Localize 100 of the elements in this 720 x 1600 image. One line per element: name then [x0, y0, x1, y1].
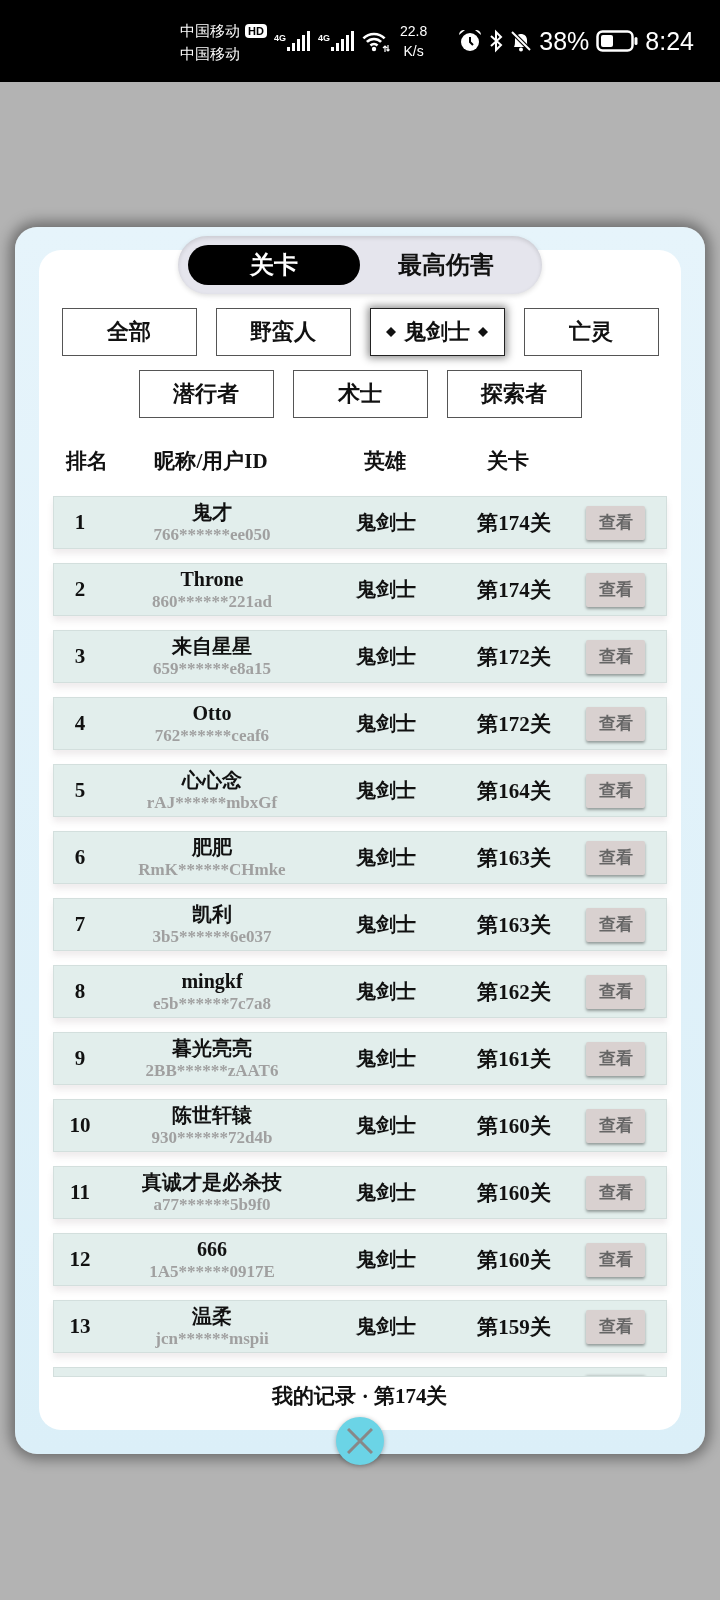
hero-filter-button[interactable]: 探索者	[446, 370, 582, 418]
rank-number: 13	[68, 1314, 92, 1339]
player-id: jcn******mspii	[155, 1327, 269, 1349]
signal-bars-icon	[287, 31, 311, 51]
rank-number: 2	[73, 577, 87, 602]
rank-number: 12	[68, 1247, 92, 1272]
hero-filter-button[interactable]: 鬼剑士	[369, 308, 505, 356]
bluetooth-icon	[489, 29, 504, 53]
stage-level: 第172关	[476, 643, 552, 671]
hero-filter-button[interactable]: 术士	[292, 370, 428, 418]
stage-level: 第174关	[476, 576, 552, 604]
hero-name: 鬼剑士	[355, 510, 417, 535]
stage-level: 第163关	[476, 844, 552, 872]
mode-tab[interactable]: 最高伤害	[360, 245, 532, 285]
rank-number: 5	[73, 778, 87, 803]
view-button[interactable]: 查看	[586, 505, 645, 540]
close-button[interactable]	[336, 1417, 384, 1465]
clock-time: 8:24	[645, 26, 694, 56]
player-id: 2BB******zAAT6	[145, 1059, 279, 1081]
carrier-name: 中国移动	[180, 44, 241, 64]
player-nickname: 陈世轩辕	[172, 1103, 252, 1127]
view-button[interactable]: 查看	[586, 639, 645, 674]
stage-level: 第162关	[476, 978, 552, 1006]
network-type-label: 4G	[274, 33, 286, 43]
muted-bell-icon	[510, 30, 533, 52]
view-button[interactable]: 查看	[586, 1175, 645, 1210]
stage-level: 第159关	[476, 1313, 552, 1341]
close-icon	[347, 1428, 373, 1454]
player-id: a77******5b9f0	[153, 1193, 271, 1215]
stage-level: 第160关	[476, 1179, 552, 1207]
player-nickname: 来自星星	[172, 634, 252, 658]
mode-tab[interactable]: 关卡	[188, 245, 360, 285]
rank-number: 7	[73, 912, 87, 937]
stage-level: 第161关	[476, 1045, 552, 1073]
hero-name: 鬼剑士	[355, 1314, 417, 1339]
hd-badge: HD	[245, 23, 267, 38]
view-button[interactable]: 查看	[586, 572, 645, 607]
alarm-clock-icon	[458, 29, 483, 53]
player-id: rAJ******mbxGf	[146, 791, 278, 813]
net-speed-unit: K/s	[403, 42, 424, 61]
net-speed-value: 22.8	[400, 22, 428, 41]
signal-bars-icon	[331, 31, 356, 51]
stage-level: 第163关	[476, 911, 552, 939]
view-button[interactable]: 查看	[586, 840, 645, 875]
view-button[interactable]: 查看	[586, 974, 645, 1009]
hero-name: 鬼剑士	[355, 711, 417, 736]
stage-level: 第160关	[476, 1246, 552, 1274]
view-button[interactable]: 查看	[586, 706, 645, 741]
my-record-text: 我的记录 · 第174关	[270, 1383, 449, 1410]
column-header: 英雄	[363, 448, 407, 475]
hero-name: 鬼剑士	[355, 1113, 417, 1138]
view-button[interactable]: 查看	[586, 773, 645, 808]
player-id: 3b5******6e037	[152, 925, 272, 947]
player-id: 762******ceaf6	[154, 724, 270, 746]
battery-percent: 38%	[539, 26, 590, 56]
hero-name: 鬼剑士	[355, 1247, 417, 1272]
stage-level: 第160关	[476, 1112, 552, 1140]
view-button[interactable]: 查看	[586, 1041, 645, 1076]
wifi-icon	[362, 30, 391, 52]
hero-filter-button[interactable]: 野蛮人	[215, 308, 351, 356]
player-id: 860******221ad	[152, 590, 272, 612]
hero-filter-button[interactable]: 潜行者	[138, 370, 274, 418]
carrier-name: 中国移动	[180, 21, 241, 41]
rank-number: 3	[73, 644, 87, 669]
column-header: 排名	[64, 448, 109, 475]
player-nickname: 凯利	[192, 902, 232, 926]
hero-name: 鬼剑士	[355, 912, 417, 937]
diamond-icon	[478, 327, 488, 337]
view-button[interactable]: 查看	[586, 907, 645, 942]
player-id: RmK******CHmke	[138, 858, 286, 880]
player-id: 1A5******0917E	[149, 1260, 275, 1282]
player-id: 659******e8a15	[152, 657, 271, 679]
rank-number: 4	[73, 711, 87, 736]
diamond-icon	[386, 327, 396, 337]
player-nickname: 暮光亮亮	[172, 1036, 252, 1060]
player-nickname: Otto	[192, 701, 232, 725]
rank-number: 1	[73, 510, 87, 535]
player-id: e5b******7c7a8	[152, 993, 271, 1014]
hero-name: 鬼剑士	[355, 778, 417, 803]
hero-name: 鬼剑士	[355, 577, 417, 602]
view-button[interactable]: 查看	[586, 1108, 645, 1143]
rank-number: 9	[73, 1046, 87, 1071]
network-type-label: 4G	[318, 33, 331, 43]
stage-level: 第174关	[476, 509, 552, 537]
player-nickname: 鬼才	[192, 500, 232, 524]
hero-filter-button[interactable]: 全部	[61, 308, 197, 356]
hero-name: 鬼剑士	[355, 979, 417, 1004]
hero-name: 鬼剑士	[355, 845, 417, 870]
player-nickname: 温柔	[192, 1304, 232, 1328]
rank-number: 8	[73, 979, 87, 1004]
view-button[interactable]: 查看	[586, 1309, 645, 1344]
hero-filter-button[interactable]: 亡灵	[523, 308, 659, 356]
hero-name: 鬼剑士	[355, 644, 417, 669]
player-nickname: 666	[197, 1237, 227, 1261]
player-id: 766******ee050	[153, 523, 271, 545]
player-id: 930******72d4b	[151, 1126, 273, 1148]
view-button[interactable]: 查看	[586, 1242, 645, 1277]
hero-name: 鬼剑士	[355, 1180, 417, 1205]
stage-level: 第172关	[476, 710, 552, 738]
player-nickname: 真诚才是必杀技	[142, 1170, 282, 1194]
